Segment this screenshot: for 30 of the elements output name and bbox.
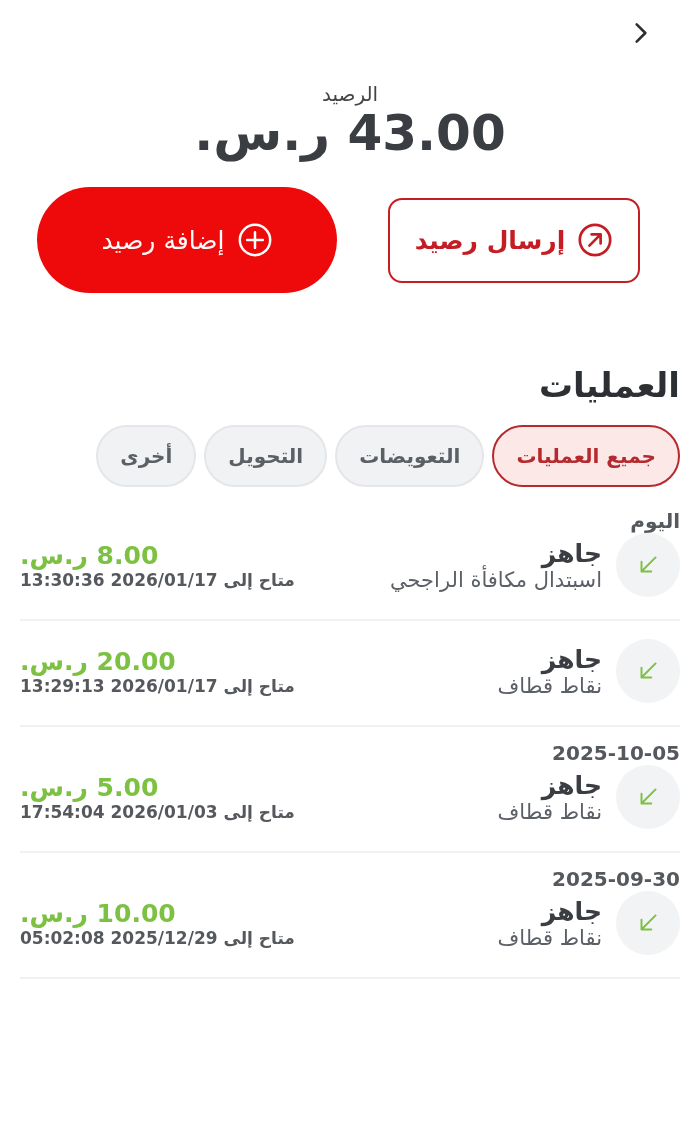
transaction-amount: 10.00 ر.س. [20, 898, 177, 928]
balance-amount: 43.00 ر.س. [193, 106, 507, 161]
date-label: 2025-10-05 [551, 741, 680, 765]
filter-tab[interactable]: التحويل [204, 425, 328, 487]
expiry-text: متاح إلى 2026/01/17 13:30:36 [20, 569, 295, 590]
status-text: جاهز [539, 770, 602, 800]
arrow-circle-icon [577, 222, 614, 258]
transaction-amount: 20.00 ر.س. [20, 646, 177, 676]
transaction-title: اسبتدال مكافأة الراجحي [389, 567, 602, 592]
status-text: جاهز [539, 896, 602, 926]
status-text: جاهز [539, 644, 602, 674]
expiry-text: متاح إلى 2026/01/03 17:54:04 [20, 801, 295, 822]
section-title: العمليات [537, 365, 680, 405]
transaction-title: نقاط قطاف [496, 925, 602, 950]
date-label: اليوم [629, 509, 680, 533]
transaction-title: نقاط قطاف [496, 799, 602, 824]
add-balance-button[interactable]: إضافة رصيد [37, 187, 337, 293]
status-text: جاهز [539, 538, 602, 568]
date-label: 2025-09-30 [551, 867, 680, 891]
balance-label: الرصيد [320, 82, 380, 106]
expiry-text: متاح إلى 2025/12/29 05:02:08 [20, 927, 295, 948]
expiry-text: متاح إلى 2026/01/17 13:29:13 [20, 675, 295, 696]
transaction-title: نقاط قطاف [496, 673, 602, 698]
plus-circle-icon [236, 222, 273, 258]
transaction-amount: 5.00 ر.س. [20, 772, 160, 802]
filter-tab[interactable]: التعويضات [335, 425, 485, 487]
filter-tab[interactable]: جميع العمليات [492, 425, 680, 487]
transaction-amount: 8.00 ر.س. [20, 540, 160, 570]
send-balance-button[interactable]: إرسال رصيد [388, 197, 640, 283]
filter-tab[interactable]: أخرى [96, 425, 197, 487]
